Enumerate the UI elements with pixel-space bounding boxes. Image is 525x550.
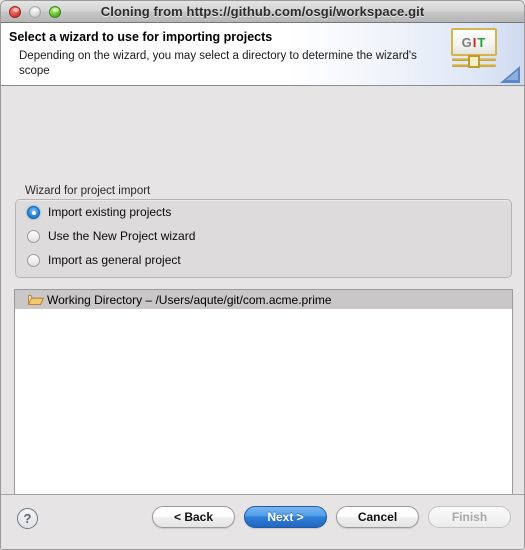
banner-triangle-decoration (500, 66, 520, 83)
wizard-footer: ? < Back Next > Cancel Finish (1, 494, 524, 549)
back-button[interactable]: < Back (152, 506, 235, 528)
git-logo-letter-g: G (461, 34, 473, 50)
wizard-body: Wizard for project import Import existin… (1, 86, 524, 530)
help-icon[interactable]: ? (17, 508, 38, 529)
minimize-window-icon[interactable] (29, 5, 41, 18)
banner-title: Select a wizard to use for importing pro… (9, 30, 273, 44)
radio-icon[interactable] (27, 230, 40, 243)
git-logo-letter-t: T (477, 34, 487, 50)
wizard-window: Cloning from https://github.com/osgi/wor… (0, 0, 525, 550)
banner-description: Depending on the wizard, you may select … (19, 50, 417, 77)
wizard-banner: Select a wizard to use for importing pro… (1, 23, 524, 86)
traffic-light-group (9, 5, 61, 18)
radio-option-label: Import existing projects (48, 205, 172, 219)
next-button[interactable]: Next > (244, 506, 327, 528)
radio-option-general-project[interactable]: Import as general project (16, 249, 511, 272)
radio-option-label: Use the New Project wizard (48, 229, 196, 243)
git-logo-knob (468, 55, 480, 68)
radio-icon[interactable] (27, 206, 40, 219)
radio-option-label: Import as general project (48, 253, 181, 267)
tree-row-label: Working Directory – /Users/aqute/git/com… (47, 292, 332, 307)
radio-icon[interactable] (27, 254, 40, 267)
group-label: Wizard for project import (25, 185, 151, 197)
git-logo-icon: GIT (451, 28, 497, 68)
wizard-option-group: Import existing projects Use the New Pro… (15, 199, 512, 278)
window-title: Cloning from https://github.com/osgi/wor… (100, 4, 425, 19)
radio-option-new-project-wizard[interactable]: Use the New Project wizard (16, 225, 511, 248)
cancel-button[interactable]: Cancel (336, 506, 419, 528)
tree-row[interactable]: Working Directory – /Users/aqute/git/com… (15, 290, 512, 309)
radio-option-import-existing-projects[interactable]: Import existing projects (16, 201, 511, 224)
finish-button: Finish (428, 506, 511, 528)
window-titlebar[interactable]: Cloning from https://github.com/osgi/wor… (1, 1, 524, 23)
zoom-window-icon[interactable] (49, 5, 61, 18)
open-folder-icon (28, 293, 44, 306)
close-window-icon[interactable] (9, 5, 21, 18)
git-logo-plate: GIT (451, 28, 497, 56)
wizard-button-group: < Back Next > Cancel Finish (152, 506, 511, 528)
